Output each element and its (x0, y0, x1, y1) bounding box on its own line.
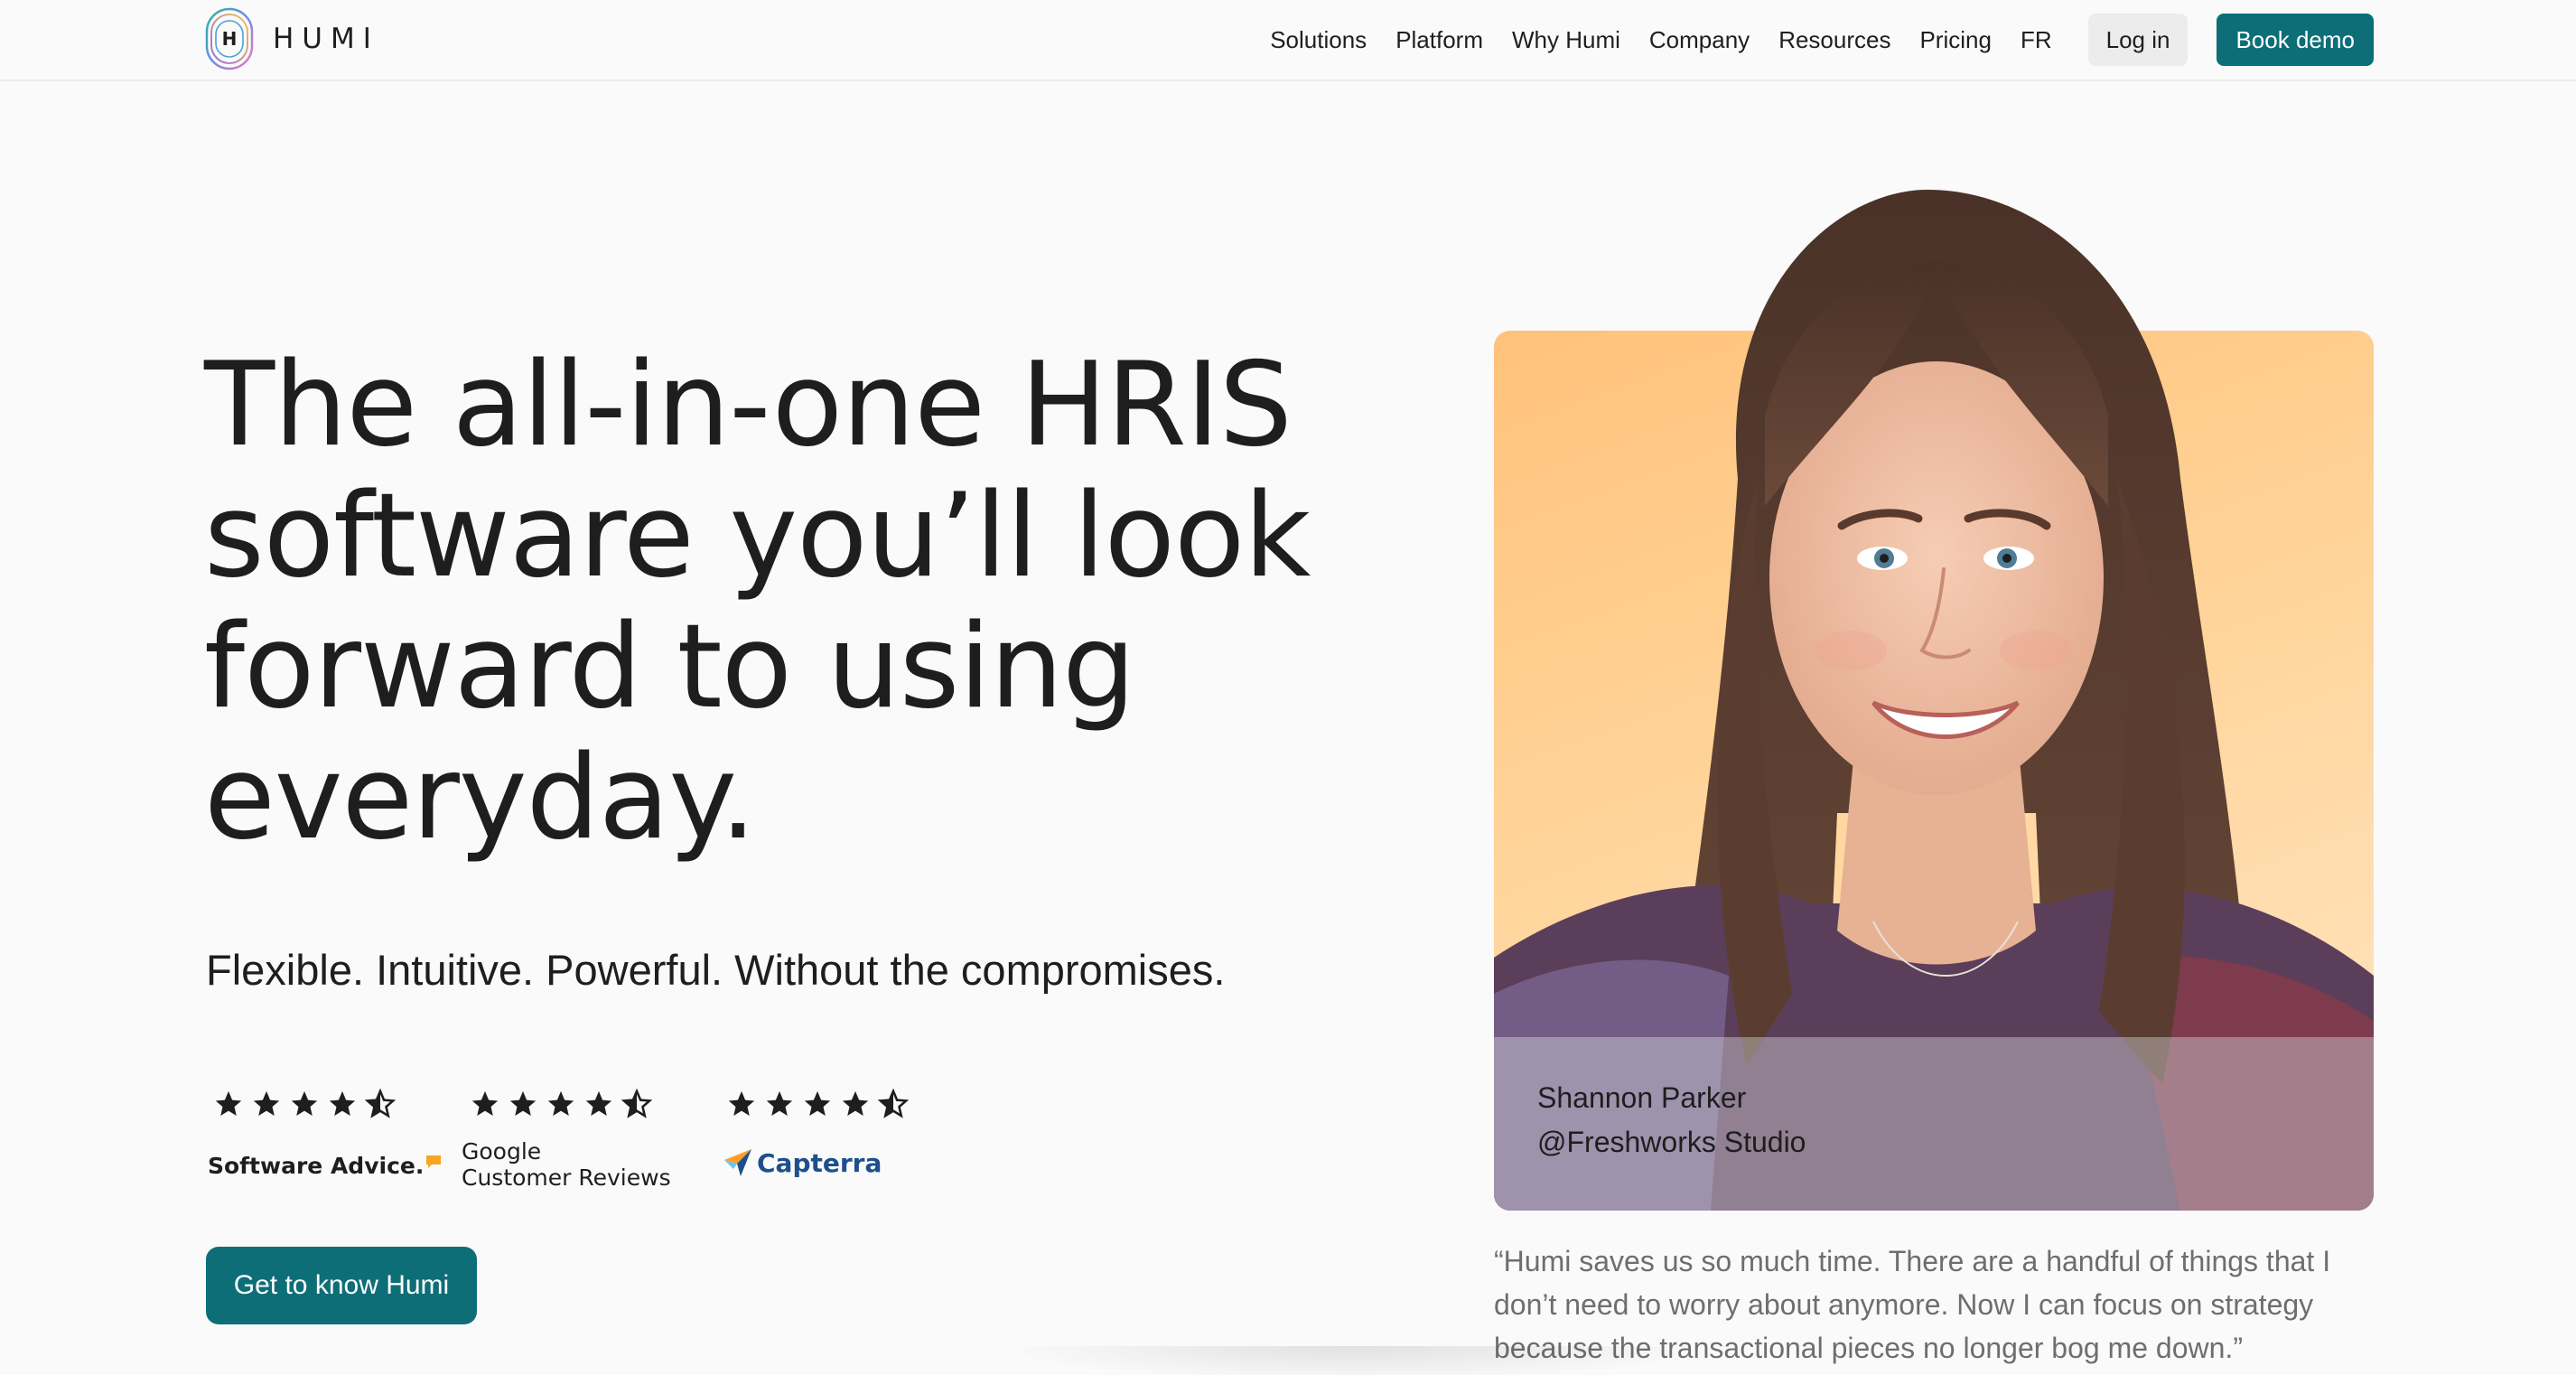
logo-letter: H (222, 28, 238, 50)
rating-software-advice (213, 1080, 396, 1127)
hero-headline: The all-in-one HRIS software you’ll look… (204, 340, 1378, 864)
software-advice-logo: Software Advice. (208, 1153, 442, 1179)
login-button[interactable]: Log in (2087, 14, 2189, 66)
site-header: H HUMI Solutions Platform Why Humi Compa… (0, 0, 2576, 81)
star-icon (766, 1090, 793, 1117)
nav-solutions[interactable]: Solutions (1270, 26, 1367, 54)
capterra-arrow-icon (724, 1149, 751, 1176)
hero-subheadline: Flexible. Intuitive. Powerful. Without t… (206, 946, 1226, 994)
rating-google (470, 1080, 652, 1127)
software-advice-label: Software Advice. (208, 1153, 425, 1179)
testimonial-name: Shannon Parker (1537, 1081, 1747, 1114)
star-icon (728, 1090, 755, 1117)
google-reviews-logo: Google Customer Reviews (462, 1138, 671, 1191)
half-star-icon (878, 1089, 909, 1118)
speech-bubble-icon (426, 1155, 442, 1168)
nav-why-humi[interactable]: Why Humi (1512, 26, 1620, 54)
nav-company[interactable]: Company (1649, 26, 1750, 54)
capterra-label: Capterra (757, 1147, 882, 1178)
get-to-know-humi-button[interactable]: Get to know Humi (206, 1247, 477, 1324)
humi-logo-icon: H (205, 7, 254, 70)
google-reviews-label: Customer Reviews (462, 1165, 671, 1191)
star-rating (213, 1080, 396, 1127)
star-rating (726, 1080, 909, 1127)
nav-language-fr[interactable]: FR (2021, 26, 2052, 54)
scroll-shadow (994, 1346, 1716, 1375)
star-icon (804, 1090, 831, 1117)
testimonial-caption-overlay (1494, 1037, 2374, 1211)
brand-name: HUMI (273, 23, 379, 55)
humi-logo[interactable]: H HUMI (204, 5, 379, 72)
testimonial-handle: @Freshworks Studio (1537, 1126, 1806, 1158)
rating-capterra (726, 1080, 909, 1127)
headline-line: software you’ll look (204, 469, 1311, 603)
nav-resources[interactable]: Resources (1778, 26, 1890, 54)
star-icon (215, 1090, 242, 1117)
capterra-logo: Capterra (723, 1147, 882, 1178)
headline-line: forward to using (204, 600, 1135, 734)
star-icon (585, 1090, 612, 1117)
half-star-icon (365, 1089, 396, 1118)
nav-pricing[interactable]: Pricing (1919, 26, 1991, 54)
star-rating (470, 1080, 652, 1127)
star-icon (291, 1090, 318, 1117)
star-icon (329, 1090, 356, 1117)
star-icon (253, 1090, 280, 1117)
half-star-icon (621, 1089, 652, 1118)
google-label: Google (462, 1138, 542, 1165)
headline-line: everyday. (204, 731, 757, 865)
main-nav: Solutions Platform Why Humi Company Reso… (1270, 13, 2374, 67)
headline-line: The all-in-one HRIS (204, 338, 1293, 472)
star-icon (547, 1090, 574, 1117)
nav-platform[interactable]: Platform (1395, 26, 1483, 54)
star-icon (509, 1090, 537, 1117)
star-icon (471, 1090, 499, 1117)
book-demo-button[interactable]: Book demo (2217, 14, 2374, 66)
star-icon (842, 1090, 869, 1117)
